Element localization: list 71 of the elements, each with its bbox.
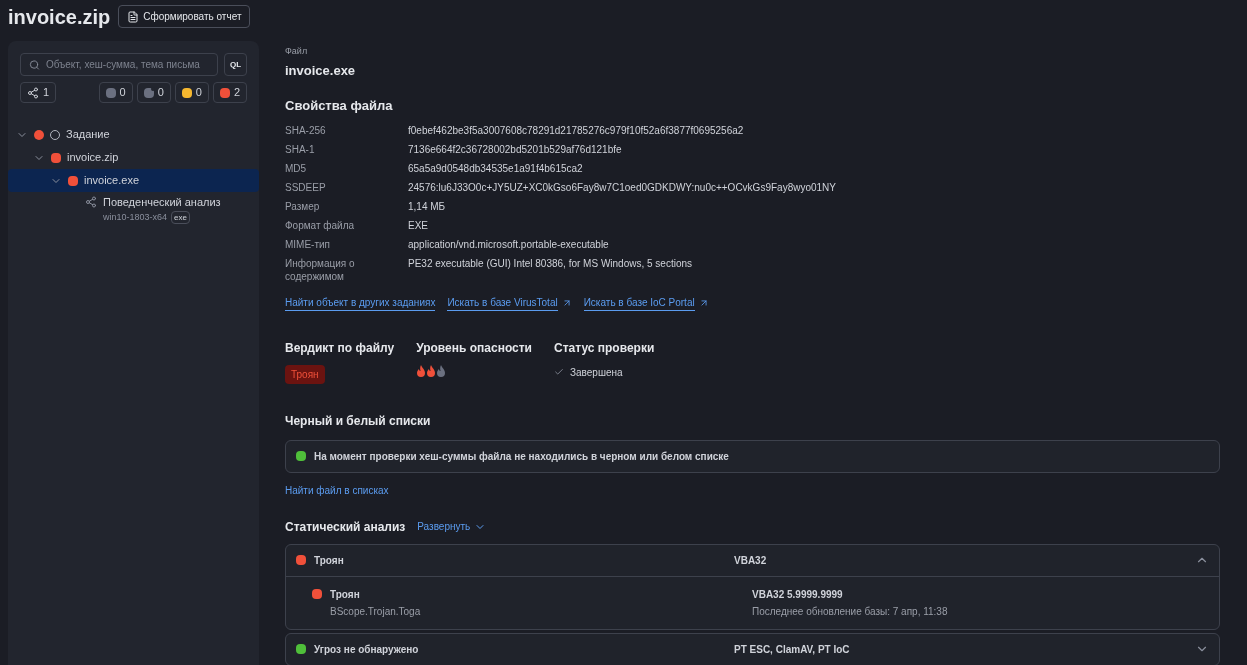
property-label: MD5 bbox=[285, 161, 308, 175]
property-value: PE32 executable (GUI) Intel 80386, for MS Windows, 5 sections bbox=[408, 256, 693, 271]
external-link-icon bbox=[698, 297, 709, 308]
share-icon bbox=[27, 86, 39, 99]
list-status-message: На момент проверки хеш-суммы файла не находились в черном или белом списке bbox=[314, 449, 729, 464]
property-value: application/vnd.microsoft.portable-executable bbox=[408, 237, 609, 251]
ql-button[interactable]: QL bbox=[224, 53, 247, 76]
section-title: Статус проверки bbox=[554, 339, 655, 357]
external-link-icon bbox=[561, 297, 572, 308]
status-value: Завершена bbox=[570, 365, 623, 380]
check-icon bbox=[554, 367, 564, 377]
file-caption: Файл bbox=[285, 45, 309, 58]
page-title: invoice.zip bbox=[8, 4, 111, 30]
detection-label: Троян bbox=[330, 587, 361, 602]
engines-label: PT ESC, ClamAV, PT IoC bbox=[734, 642, 851, 657]
tree-label: Задание bbox=[66, 127, 110, 143]
counter-button[interactable]: 2 bbox=[212, 82, 247, 103]
group-label: Троян bbox=[314, 553, 344, 568]
property-value: 65a5a9d0548db34535e1a91f4b615ca2 bbox=[408, 161, 583, 175]
document-icon bbox=[127, 10, 140, 23]
property-label: SSDEEP bbox=[285, 180, 327, 194]
property-value: 1,14 МБ bbox=[408, 199, 446, 213]
find-in-lists-link[interactable]: Найти файл в списках bbox=[285, 482, 1220, 498]
counter-button[interactable]: 0 bbox=[98, 82, 133, 103]
analysis-group-header[interactable]: Угроз не обнаружено PT ESC, ClamAV, PT IoC bbox=[286, 633, 1219, 665]
section-title: Уровень опасности bbox=[416, 339, 532, 357]
flame-icon bbox=[416, 364, 427, 377]
flame-icon bbox=[426, 364, 437, 377]
property-value: EXE bbox=[408, 218, 428, 232]
graph-count-button[interactable]: 1 bbox=[20, 82, 57, 103]
tree-item[interactable]: invoice.zip bbox=[8, 146, 259, 169]
search-link[interactable]: Искать в базе IoC Portal bbox=[583, 294, 709, 311]
expand-link[interactable]: Развернуть bbox=[417, 519, 487, 534]
search-icon bbox=[29, 58, 40, 71]
engines-label: VBA32 bbox=[734, 553, 768, 568]
property-label: SHA-256 bbox=[285, 123, 327, 137]
property-label: Формат файла bbox=[285, 218, 356, 232]
tree-label: invoice.exe bbox=[84, 173, 140, 189]
property-value: 24576:lu6J33O0c+JY5UZ+XC0kGso6Fay8w7C1oed0GDKDWY:nu0c++OCvkGs9Fay8wyo01NY bbox=[408, 180, 836, 194]
counter-button[interactable]: 0 bbox=[174, 82, 209, 103]
property-value: f0ebef462be3f5a3007608c78291d21785276c979f10f52a6f3877f0695256a2 bbox=[408, 123, 744, 137]
engine-update-note: Последнее обновление базы: 7 апр, 11:38 bbox=[752, 604, 948, 619]
tree-label: invoice.zip bbox=[67, 150, 119, 166]
section-title: Статический анализ bbox=[285, 518, 406, 536]
verdict-badge: Троян bbox=[285, 364, 325, 384]
section-title: Вердикт по файлу bbox=[285, 339, 395, 357]
property-value: 7136e664f2c36728002bd5201b529af76d121bfe bbox=[408, 142, 622, 156]
file-type-tag: exe bbox=[171, 210, 190, 224]
share-icon bbox=[85, 196, 97, 208]
report-button[interactable]: Сформировать отчет bbox=[118, 5, 251, 28]
search-link[interactable]: Искать в базе VirusTotal bbox=[447, 294, 572, 311]
property-label: MIME-тип bbox=[285, 237, 332, 251]
flame-icon bbox=[436, 364, 447, 377]
engine-version: VBA32 5.9999.9999 bbox=[752, 587, 844, 602]
analysis-title: Поведенческий анализ bbox=[103, 195, 221, 210]
tree-item[interactable]: invoice.exe bbox=[8, 169, 259, 192]
group-label: Угроз не обнаружено bbox=[314, 642, 419, 657]
property-label: Информация о содержимом bbox=[285, 256, 356, 283]
tree-item[interactable]: Поведенческий анализ win10-1803-x64 exe bbox=[8, 192, 259, 226]
property-label: SHA-1 bbox=[285, 142, 316, 156]
section-title: Свойства файла bbox=[285, 97, 394, 115]
detection-name: BScope.Trojan.Toga bbox=[330, 604, 421, 619]
counter-button[interactable]: 0 bbox=[136, 82, 171, 103]
section-title: Черный и белый списки bbox=[285, 412, 432, 430]
file-name: invoice.exe bbox=[285, 61, 357, 80]
tree-item[interactable]: Задание bbox=[8, 123, 259, 146]
search-field[interactable]: Объект, хеш-сумма, тема письма bbox=[20, 53, 218, 76]
analysis-group-header[interactable]: Троян VBA32 bbox=[286, 544, 1219, 576]
property-label: Размер bbox=[285, 199, 321, 213]
search-link[interactable]: Найти объект в других заданиях bbox=[285, 294, 436, 311]
os-label: win10-1803-x64 bbox=[103, 210, 168, 224]
